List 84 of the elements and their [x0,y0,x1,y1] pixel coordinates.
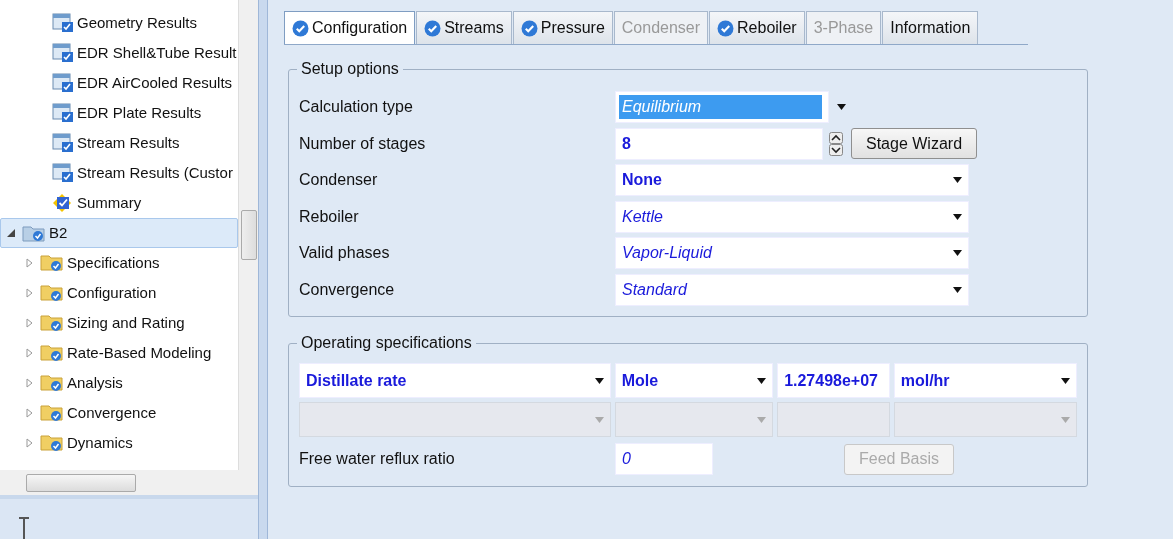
folder-icon [40,403,64,423]
folder-icon [40,343,64,363]
form-icon [52,133,74,153]
block-icon [22,223,46,243]
collapsed-icon[interactable] [25,408,33,418]
tree-item[interactable]: Convergence [64,400,160,426]
tab[interactable]: Pressure [512,11,613,44]
stage-wizard-button[interactable]: Stage Wizard [851,128,978,160]
form-icon [52,13,74,33]
caret-icon [594,416,604,423]
dropdown[interactable]: Distillate rate [299,363,611,398]
tree-item[interactable]: Stream Results [74,130,183,156]
caret-icon [594,377,604,384]
tree-item[interactable]: Specifications [64,250,163,276]
caret-icon [953,213,962,220]
tab[interactable]: Reboiler [709,11,805,44]
form-icon [52,43,74,63]
tab[interactable]: Configuration [284,11,416,44]
collapsed-icon[interactable] [25,288,33,298]
input-field[interactable]: 8 [615,127,823,160]
collapsed-icon[interactable] [25,318,33,328]
check-icon [292,19,309,37]
check-icon [717,19,735,37]
vertical-scrollbar[interactable] [238,0,258,470]
expanded-icon[interactable] [7,229,15,237]
folder-icon [40,433,64,453]
collapsed-icon[interactable] [25,258,33,268]
dropdown[interactable]: None [615,164,969,197]
input-field[interactable]: 0 [615,443,713,476]
tree-item[interactable]: Geometry Results [74,10,201,36]
input-field[interactable]: 1.27498e+07 [777,363,890,398]
tree-item[interactable]: B2 [46,220,71,246]
field-label: Number of stages [299,133,427,154]
dropdown[interactable]: Kettle [615,200,969,233]
group-title: Operating specifications [300,335,473,351]
tree-item[interactable]: Configuration [64,280,160,306]
tree-item[interactable]: Summary [74,190,145,216]
caret-icon [1061,416,1070,423]
check-icon [424,19,442,37]
form-icon [52,163,74,183]
folder-icon [40,313,64,333]
tree-item[interactable]: EDR Shell&Tube Result [74,40,238,66]
summary-icon [52,193,74,213]
folder-icon [40,373,64,393]
dropdown[interactable]: Mole [614,363,774,398]
folder-icon [40,253,64,273]
pin-icon[interactable] [18,517,30,539]
tree-item[interactable]: Dynamics [64,430,136,456]
spin-buttons-icon[interactable] [829,131,843,156]
tree-item[interactable]: Analysis [64,370,126,396]
tree-item[interactable]: EDR Plate Results [74,100,205,126]
field-label: Reboiler [299,206,360,227]
tab[interactable]: Streams [416,11,512,44]
collapsed-icon[interactable] [25,378,33,388]
field-label: Convergence [299,279,396,300]
caret-icon [953,286,962,293]
collapsed-icon[interactable] [25,348,33,358]
splitter[interactable] [258,0,268,539]
field-label: Calculation type [299,97,414,118]
dropdown[interactable]: Standard [615,273,969,306]
tree-item[interactable]: Rate-Based Modeling [64,340,215,366]
tree-item[interactable]: EDR AirCooled Results [74,70,236,96]
tab[interactable]: Information [882,11,979,44]
field-label: Valid phases [299,243,391,264]
caret-icon [837,104,846,111]
folder-icon [40,283,64,303]
check-icon [520,19,538,37]
caret-icon [953,250,962,257]
form-icon [52,103,74,123]
caret-icon [757,377,767,384]
dropdown[interactable]: Vapor-Liquid [615,237,969,270]
form-icon [52,73,74,93]
tree-item[interactable]: Stream Results (Custor [74,160,236,186]
tree-item[interactable]: Sizing and Rating [64,310,188,336]
field-label: Free water reflux ratio [299,449,456,470]
caret-icon [757,416,767,423]
field-label: Condenser [299,170,379,191]
collapsed-icon[interactable] [25,438,33,448]
caret-icon [1061,377,1070,384]
tree-item-row[interactable]: B2 [0,218,238,248]
horizontal-scrollbar[interactable] [0,470,258,495]
dropdown[interactable]: mol/hr [893,363,1077,398]
group-title: Setup options [300,61,400,77]
caret-icon [953,177,962,184]
